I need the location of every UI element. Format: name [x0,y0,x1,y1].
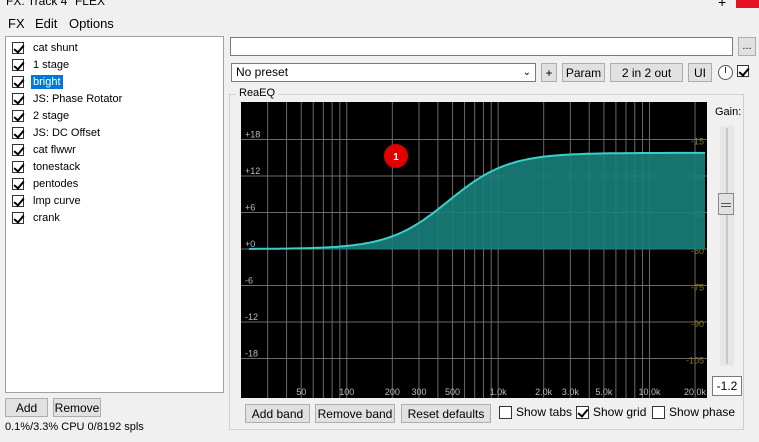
frequency-label: 300 [411,387,426,397]
frequency-label: 1.0k [490,387,508,397]
fx-enable-checkbox[interactable] [12,110,24,122]
cpu-status: 0.1%/3.3% CPU 0/8192 spls [5,421,144,433]
wet-knob[interactable] [718,65,733,80]
show-tabs-checkbox[interactable] [499,405,512,419]
frequency-label: 2.0k [535,387,553,397]
fx-item-label: crank [33,212,60,224]
add-fx-button[interactable]: Add [5,398,48,417]
frequency-label: 100 [339,387,354,397]
show-grid-checkbox[interactable] [576,405,589,419]
fx-search-field[interactable] [230,37,733,56]
menu-bar: FX Edit Options [0,14,759,34]
db-scale-label: +6 [245,203,255,213]
fx-list-item[interactable]: bright [12,74,63,90]
fx-list-item[interactable]: tonestack [12,159,82,175]
db-scale-label: -12 [245,312,258,322]
frequency-label: 200 [385,387,400,397]
db-scale-label: +12 [245,166,260,176]
show-grid-option[interactable]: Show grid [576,405,646,419]
db-scale-label: -18 [245,349,258,359]
title-bar: FX: Track 4 "FLEX" + [0,0,759,8]
menu-fx[interactable]: FX [8,16,25,31]
fx-enable-checkbox[interactable] [12,42,24,54]
fx-enable-checkbox[interactable] [12,59,24,71]
fx-enable-checkbox[interactable] [12,195,24,207]
gain-label: Gain: [715,106,742,118]
frequency-label: 50 [296,387,306,397]
gain-value[interactable]: -1.2 [712,376,742,396]
fx-list-item[interactable]: crank [12,210,62,226]
reset-defaults-button[interactable]: Reset defaults [401,404,491,423]
menu-options[interactable]: Options [69,16,114,31]
output-scale-label: -105 [686,356,704,366]
fx-list-item[interactable]: cat shunt [12,40,80,56]
fx-item-label: lmp curve [33,195,81,207]
fx-list-item[interactable]: 2 stage [12,108,71,124]
preset-dropdown[interactable]: No preset ⌄ [231,63,536,82]
fx-item-label: cat shunt [33,42,78,54]
show-phase-option[interactable]: Show phase [652,405,735,419]
pin-button[interactable]: + [718,0,726,8]
frequency-label: 10.0k [638,387,661,397]
fx-item-label: bright [31,75,63,89]
browse-button[interactable]: ... [738,37,756,56]
gain-slider-groove [726,128,728,364]
param-button[interactable]: Param [562,63,605,82]
fx-chain-list[interactable]: cat shunt 1 stage bright JS: Phase Rotator 2… [5,36,224,393]
fx-list-item[interactable]: 1 stage [12,57,71,73]
show-phase-label: Show phase [669,405,736,419]
fx-enable-checkbox[interactable] [12,178,24,190]
chevron-down-icon: ⌄ [522,67,531,78]
fx-item-label: cat flwwr [33,144,76,156]
gain-slider-thumb[interactable] [718,193,734,215]
fx-enable-checkbox[interactable] [12,93,24,105]
show-phase-checkbox[interactable] [652,405,665,419]
fx-item-label: pentodes [33,178,79,190]
fx-enable-checkbox[interactable] [12,76,24,88]
db-scale-label: +18 [245,130,260,140]
fx-list-item[interactable]: lmp curve [12,193,83,209]
output-scale-label: -90 [691,319,704,329]
fx-enable-checkbox[interactable] [12,161,24,173]
fx-enable-checkbox[interactable] [12,212,24,224]
frequency-label: 500 [445,387,460,397]
fx-list-item[interactable]: JS: Phase Rotator [12,91,124,107]
fx-enable-checkbox[interactable] [12,127,24,139]
output-scale-label: -15 [691,137,704,147]
fx-list-item[interactable]: JS: DC Offset [12,125,102,141]
db-scale-label: -6 [245,276,253,286]
remove-fx-button[interactable]: Remove [53,398,101,417]
db-scale-label: +0 [245,239,255,249]
fx-item-label: 1 stage [33,59,70,71]
frequency-label: 5.0k [595,387,613,397]
frequency-label: 3.0k [562,387,580,397]
window-title: FX: Track 4 "FLEX" [6,0,110,8]
fx-list-item[interactable]: cat flwwr [12,142,78,158]
fx-item-label: 2 stage [33,110,70,122]
fx-enable-checkbox[interactable] [12,144,24,156]
plugin-name: ReaEQ [236,87,279,99]
show-grid-label: Show grid [593,405,647,419]
add-preset-button[interactable]: + [541,63,557,82]
close-button[interactable] [736,0,759,8]
show-tabs-option[interactable]: Show tabs [499,405,572,419]
fx-item-label: JS: Phase Rotator [33,93,123,105]
bypass-checkbox[interactable] [737,65,749,77]
io-routing-button[interactable]: 2 in 2 out [610,63,683,82]
preset-value: No preset [236,65,289,79]
show-tabs-label: Show tabs [516,405,573,419]
output-scale-label: -75 [691,283,704,293]
menu-edit[interactable]: Edit [35,16,57,31]
eq-band-number: 1 [393,152,399,163]
fx-list-item[interactable]: pentodes [12,176,80,192]
remove-band-button[interactable]: Remove band [315,404,395,423]
fx-item-label: JS: DC Offset [33,127,101,139]
eq-curve-fill [249,152,705,249]
frequency-label: 20.0k [684,387,707,397]
fx-item-label: tonestack [33,161,81,173]
add-band-button[interactable]: Add band [245,404,310,423]
eq-graph[interactable]: +18+12+6+0-6-12-18-15-30-45-60-75-90-105… [241,102,707,398]
ui-button[interactable]: UI [688,63,712,82]
eq-graph-canvas[interactable]: +18+12+6+0-6-12-18-15-30-45-60-75-90-105… [241,102,707,398]
